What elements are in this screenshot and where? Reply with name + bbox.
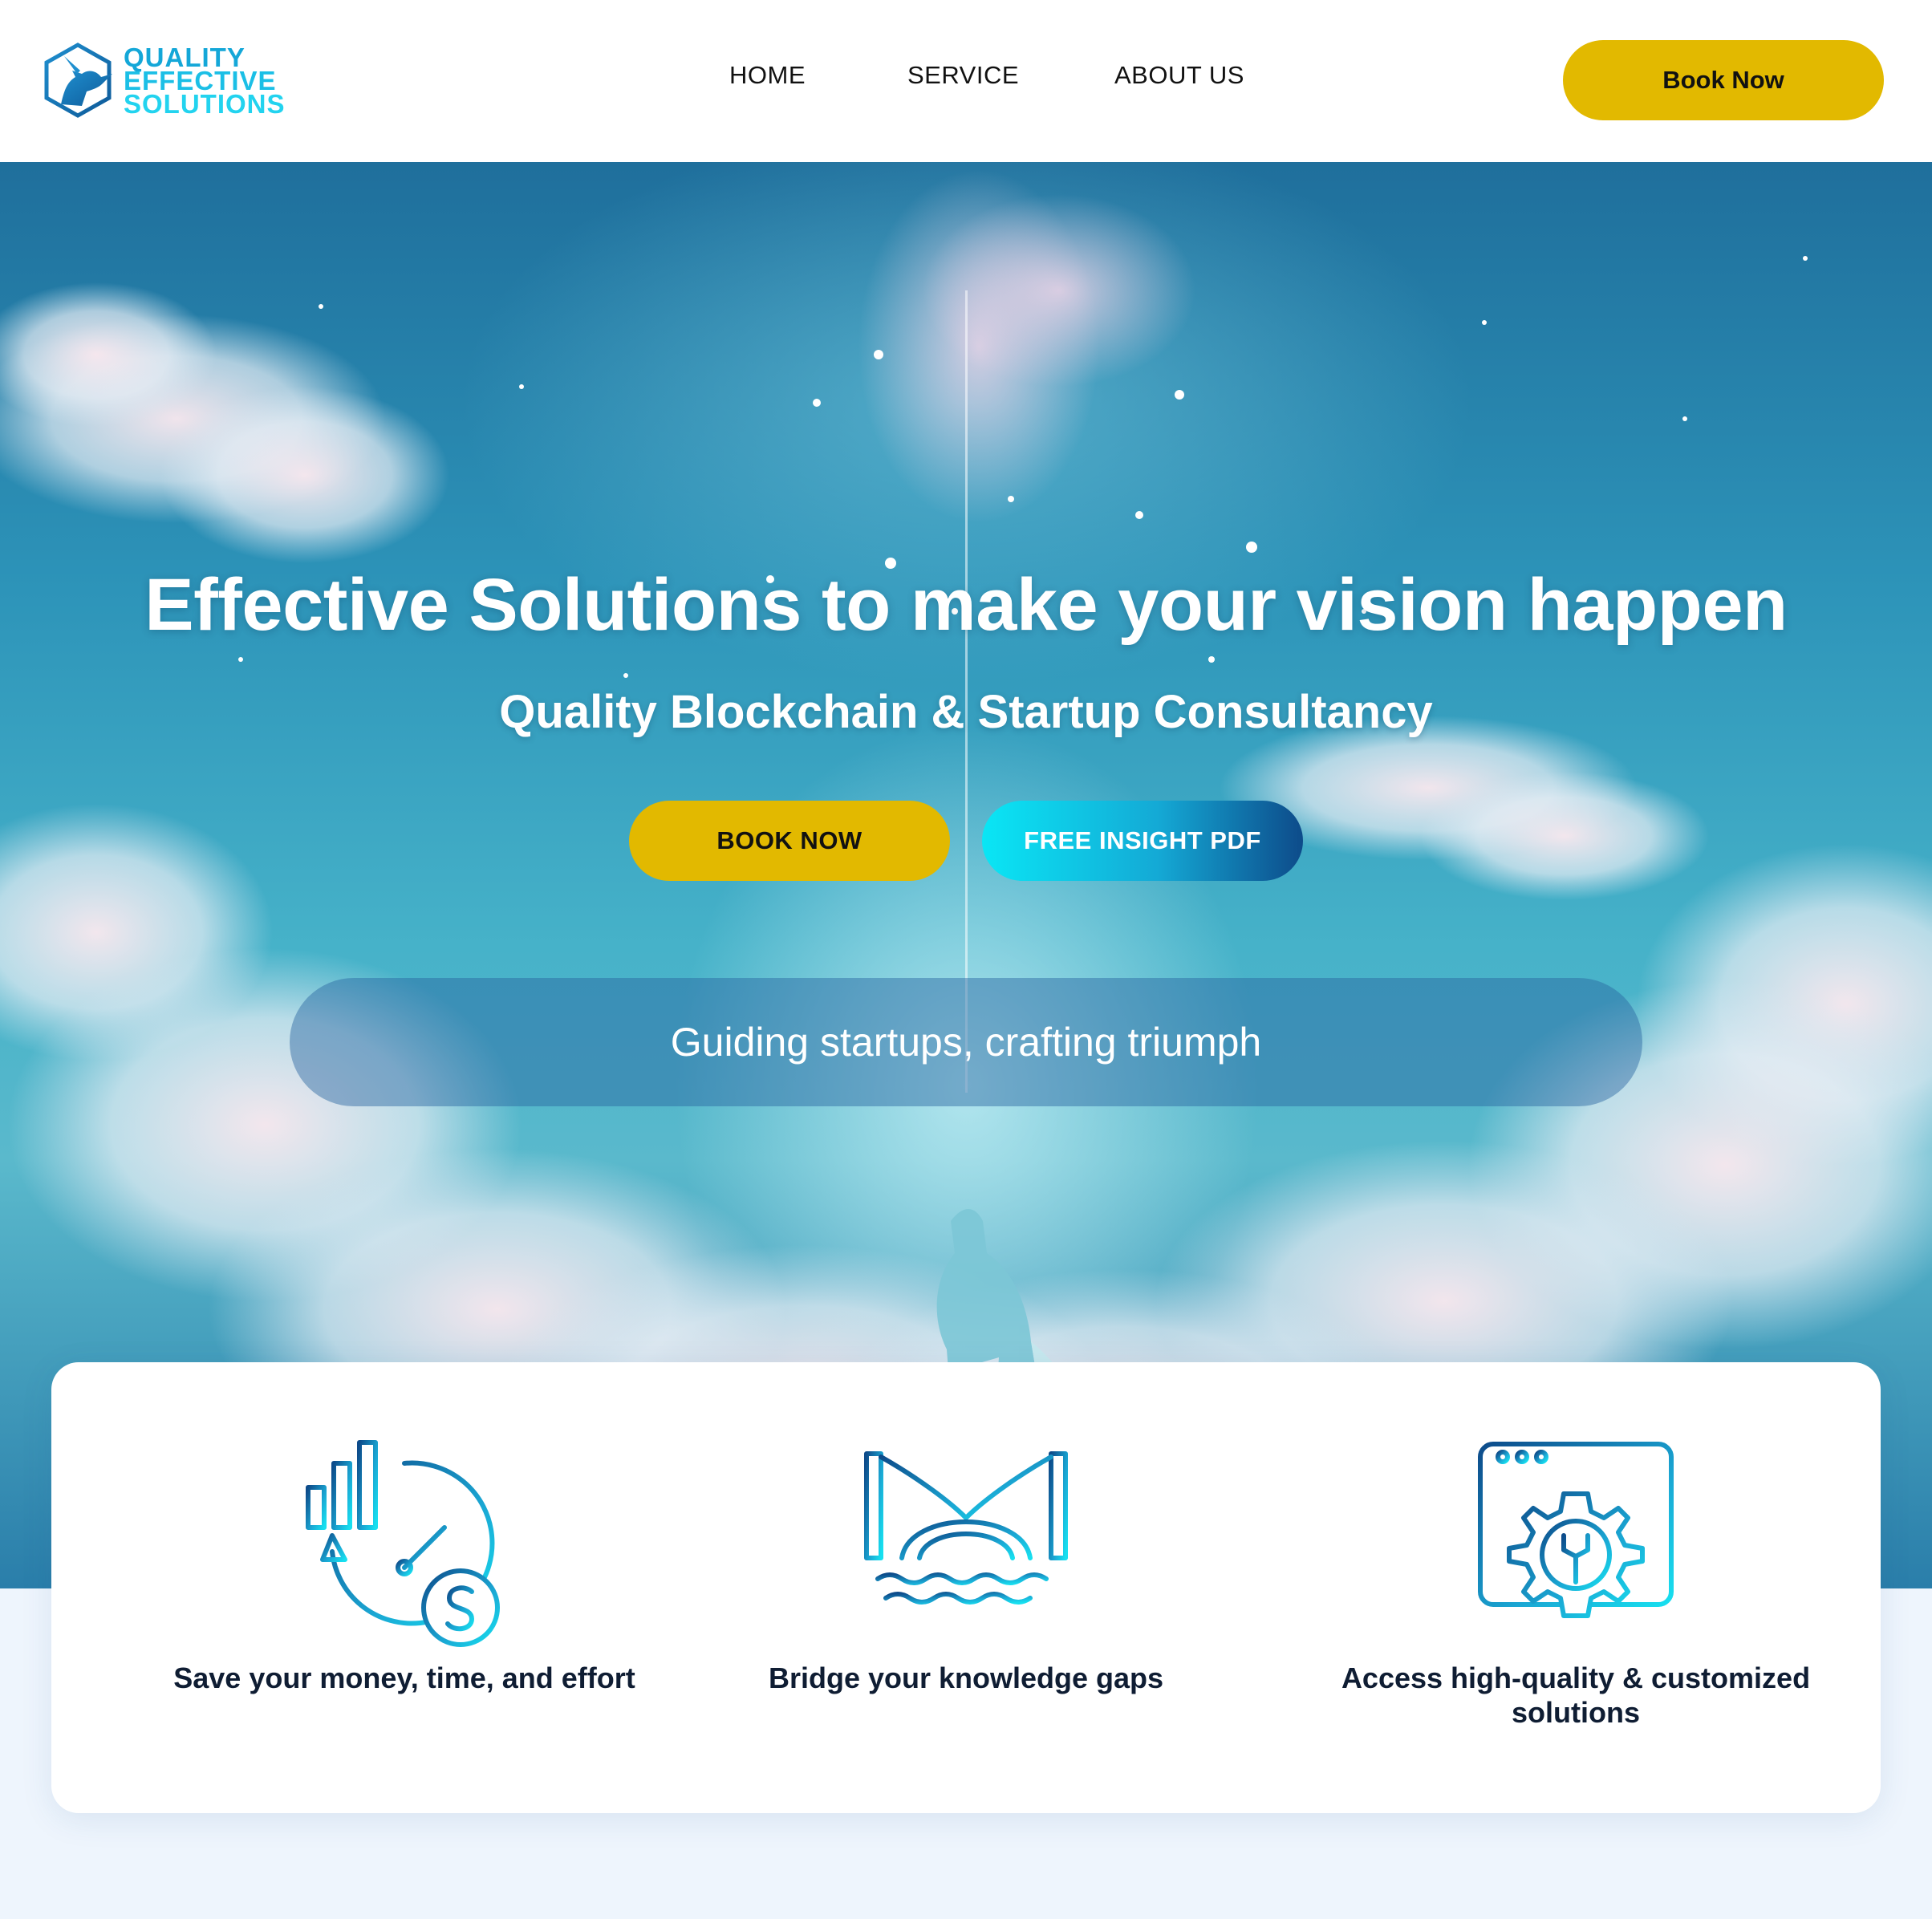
site-header: QUALITY EFFECTIVE SOLUTIONS HOME SERVICE… <box>0 0 1932 162</box>
tagline-text: Guiding startups, crafting triumph <box>670 1020 1262 1065</box>
features-card: Save your money, time, and effort Bridge… <box>51 1362 1881 1813</box>
bridge-icon <box>864 1451 1068 1605</box>
browser-gear-wrench-icon <box>1478 1442 1674 1618</box>
feature-label: Access high-quality & customized solutio… <box>1341 1661 1811 1729</box>
hero-book-now-button[interactable]: BOOK NOW <box>629 801 950 881</box>
tagline-banner: Guiding startups, crafting triumph <box>290 978 1642 1106</box>
feature-label: Save your money, time, and effort <box>173 1661 635 1694</box>
header-book-now-button[interactable]: Book Now <box>1563 40 1884 120</box>
nav-service-link[interactable]: SERVICE <box>907 61 1019 90</box>
nav-about-link[interactable]: ABOUT US <box>1114 61 1244 90</box>
clock-chart-dollar-icon <box>306 1440 500 1647</box>
hero-title: Effective Solutions to make your vision … <box>144 564 1788 646</box>
feature-label: Bridge your knowledge gaps <box>768 1661 1164 1694</box>
free-insight-pdf-button[interactable]: FREE INSIGHT PDF <box>982 801 1303 881</box>
nav-home-link[interactable]: HOME <box>729 61 806 90</box>
hero-subtitle: Quality Blockchain & Startup Consultancy <box>499 686 1433 738</box>
